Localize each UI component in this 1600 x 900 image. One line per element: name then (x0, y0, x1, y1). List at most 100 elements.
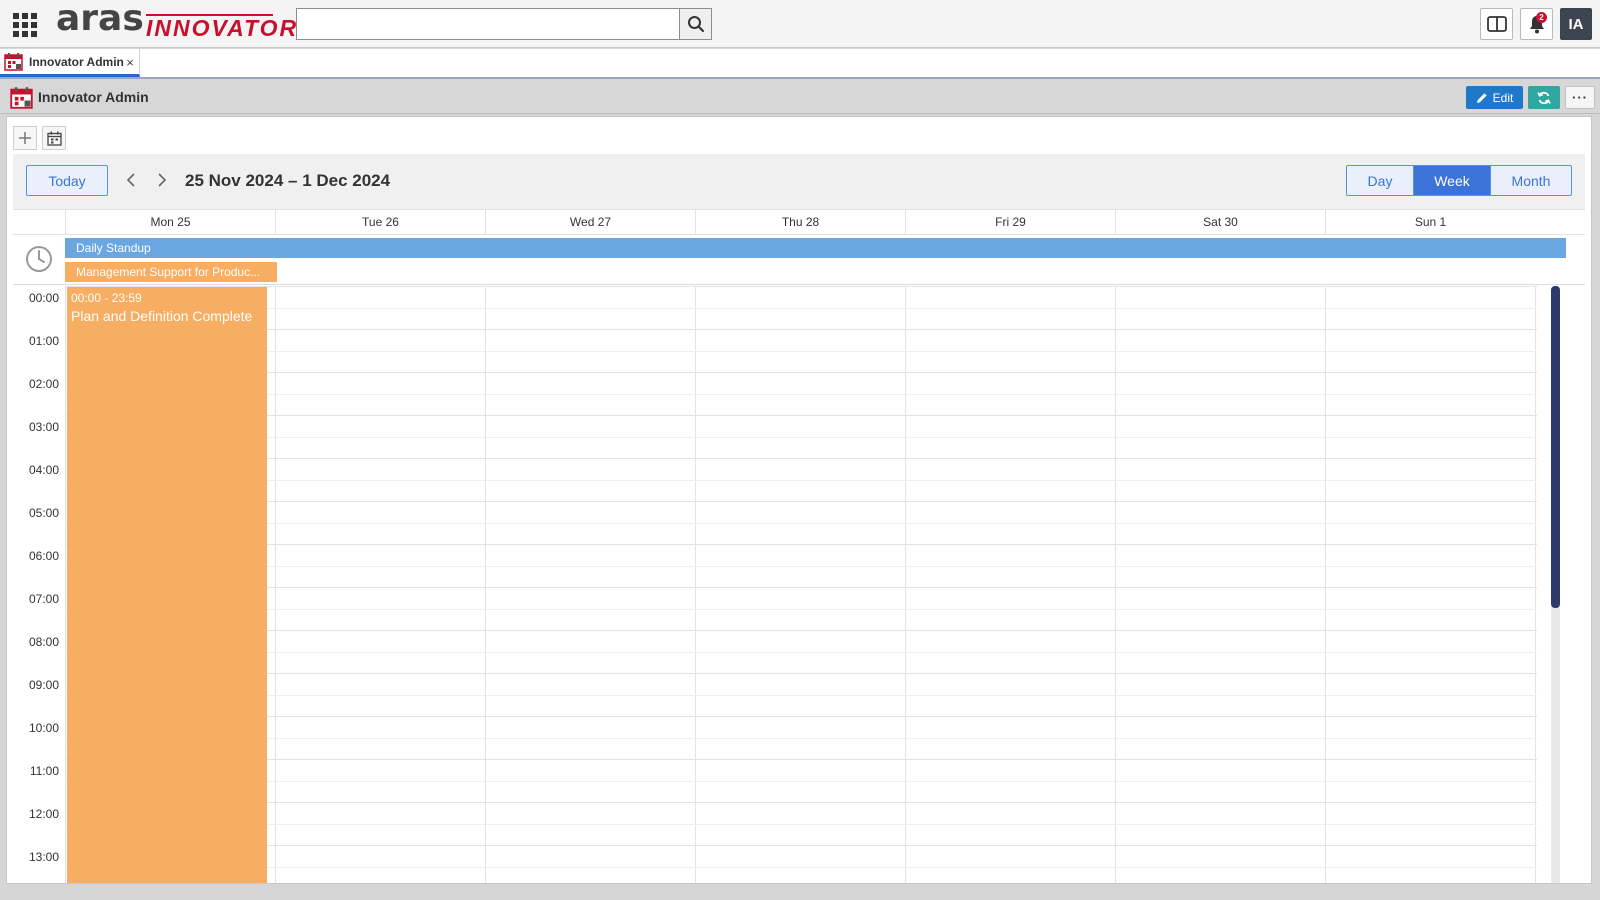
notification-count-badge: 2 (1536, 12, 1547, 23)
hour-label: 12:00 (28, 807, 59, 821)
hour-label: 06:00 (28, 549, 59, 563)
hour-line (65, 673, 1537, 674)
refresh-button[interactable] (1528, 86, 1560, 109)
hour-label: 09:00 (28, 678, 59, 692)
event-daily-standup[interactable]: Daily Standup (65, 238, 1566, 258)
hour-line (65, 458, 1537, 459)
refresh-icon (1537, 91, 1551, 104)
calendar-navigation: Today 25 Nov 2024 – 1 Dec 2024 Day Week … (13, 154, 1585, 210)
split-view-icon (1486, 16, 1507, 32)
hour-line (65, 759, 1537, 760)
hour-line (65, 630, 1537, 631)
event-title: Plan and Definition Complete (71, 308, 253, 324)
search-button[interactable] (679, 8, 712, 40)
hour-line (65, 286, 1537, 287)
hour-line (65, 372, 1537, 373)
all-day-section: Daily Standup Management Support for Pro… (13, 235, 1585, 285)
calendar-icon (46, 131, 62, 146)
day-header[interactable]: Fri 29 (905, 210, 1115, 235)
day-header[interactable]: Sun 1 (1325, 210, 1535, 235)
half-hour-line (65, 824, 1537, 825)
tab-close-icon[interactable]: × (123, 55, 137, 70)
calendar-item-icon (10, 87, 33, 109)
hour-label: 11:00 (29, 764, 59, 778)
week-calendar: Mon 25 Tue 26 Wed 27 Thu 28 Fri 29 Sat 30 Sun … (13, 210, 1585, 883)
scrollbar-thumb[interactable] (1551, 286, 1560, 608)
hour-label: 01:00 (28, 334, 59, 348)
half-hour-line (65, 738, 1537, 739)
half-hour-line (65, 695, 1537, 696)
day-column-divider (1535, 286, 1536, 883)
view-day-button[interactable]: Day (1347, 166, 1414, 195)
split-view-button[interactable] (1480, 8, 1513, 40)
view-month-button[interactable]: Month (1491, 166, 1571, 195)
clock-icon (26, 246, 52, 272)
day-header-row: Mon 25 Tue 26 Wed 27 Thu 28 Fri 29 Sat 30 Sun … (13, 210, 1585, 235)
tab-innovator-admin[interactable]: Innovator Admin × (0, 49, 140, 77)
half-hour-line (65, 566, 1537, 567)
calendar-toolbar (13, 126, 66, 150)
half-hour-line (65, 867, 1537, 868)
app-launcher-icon[interactable] (13, 13, 37, 37)
half-hour-line (65, 308, 1537, 309)
hour-line (65, 716, 1537, 717)
event-time: 00:00 - 23:59 (71, 291, 142, 305)
search-input[interactable] (296, 8, 680, 40)
half-hour-line (65, 480, 1537, 481)
hour-label: 10:00 (28, 721, 59, 735)
calendar-panel: Today 25 Nov 2024 – 1 Dec 2024 Day Week … (6, 116, 1592, 884)
day-header[interactable]: Wed 27 (485, 210, 695, 235)
day-header[interactable]: Thu 28 (695, 210, 905, 235)
hour-line (65, 501, 1537, 502)
half-hour-line (65, 394, 1537, 395)
notifications-button[interactable]: 2 (1520, 8, 1553, 40)
next-week-button[interactable] (150, 168, 174, 192)
hour-line (65, 845, 1537, 846)
edit-button-label: Edit (1492, 90, 1514, 105)
chevron-left-icon (126, 173, 135, 187)
calendar-item-icon (4, 53, 23, 71)
tab-strip: Innovator Admin × (0, 49, 1600, 79)
chevron-right-icon (158, 173, 167, 187)
user-avatar[interactable]: IA (1560, 8, 1592, 40)
previous-week-button[interactable] (119, 168, 143, 192)
plus-icon (19, 132, 31, 144)
hour-line (65, 802, 1537, 803)
hour-label: 08:00 (28, 635, 59, 649)
day-column-divider (275, 286, 276, 883)
time-grid: 00:00 01:00 02:00 03:00 04:00 05:00 06:00 07:00… (13, 286, 1585, 883)
tab-label: Innovator Admin (29, 54, 124, 69)
half-hour-line (65, 781, 1537, 782)
hour-label: 00:00 (28, 291, 59, 305)
day-header[interactable]: Mon 25 (65, 210, 275, 235)
day-header[interactable]: Tue 26 (275, 210, 485, 235)
view-week-button[interactable]: Week (1414, 166, 1491, 195)
event-plan-definition-complete[interactable]: 00:00 - 23:59 Plan and Definition Comple… (67, 287, 267, 883)
day-header[interactable]: Sat 30 (1115, 210, 1325, 235)
half-hour-line (65, 523, 1537, 524)
app-header: aras INNOVATOR 2 IA (0, 0, 1600, 48)
hour-label: 02:00 (28, 377, 59, 391)
today-button[interactable]: Today (26, 165, 108, 196)
add-event-button[interactable] (13, 126, 37, 150)
more-options-button[interactable]: ··· (1565, 86, 1595, 109)
calendar-picker-button[interactable] (42, 126, 66, 150)
half-hour-line (65, 609, 1537, 610)
hour-label: 03:00 (28, 420, 59, 434)
half-hour-line (65, 351, 1537, 352)
pencil-icon (1476, 92, 1487, 103)
half-hour-line (65, 437, 1537, 438)
day-column-divider (65, 286, 66, 883)
hour-label: 13:00 (28, 850, 59, 864)
hour-line (65, 587, 1537, 588)
half-hour-line (65, 652, 1537, 653)
day-column-divider (1325, 286, 1326, 883)
hour-label: 05:00 (28, 506, 59, 520)
item-title: Innovator Admin (38, 89, 149, 105)
edit-button[interactable]: Edit (1466, 86, 1523, 109)
logo-primary: aras (56, 0, 144, 39)
view-switcher: Day Week Month (1346, 165, 1572, 196)
event-management-support[interactable]: Management Support for Produc... (65, 262, 277, 282)
day-column-divider (485, 286, 486, 883)
logo-secondary: INNOVATOR (146, 15, 299, 41)
